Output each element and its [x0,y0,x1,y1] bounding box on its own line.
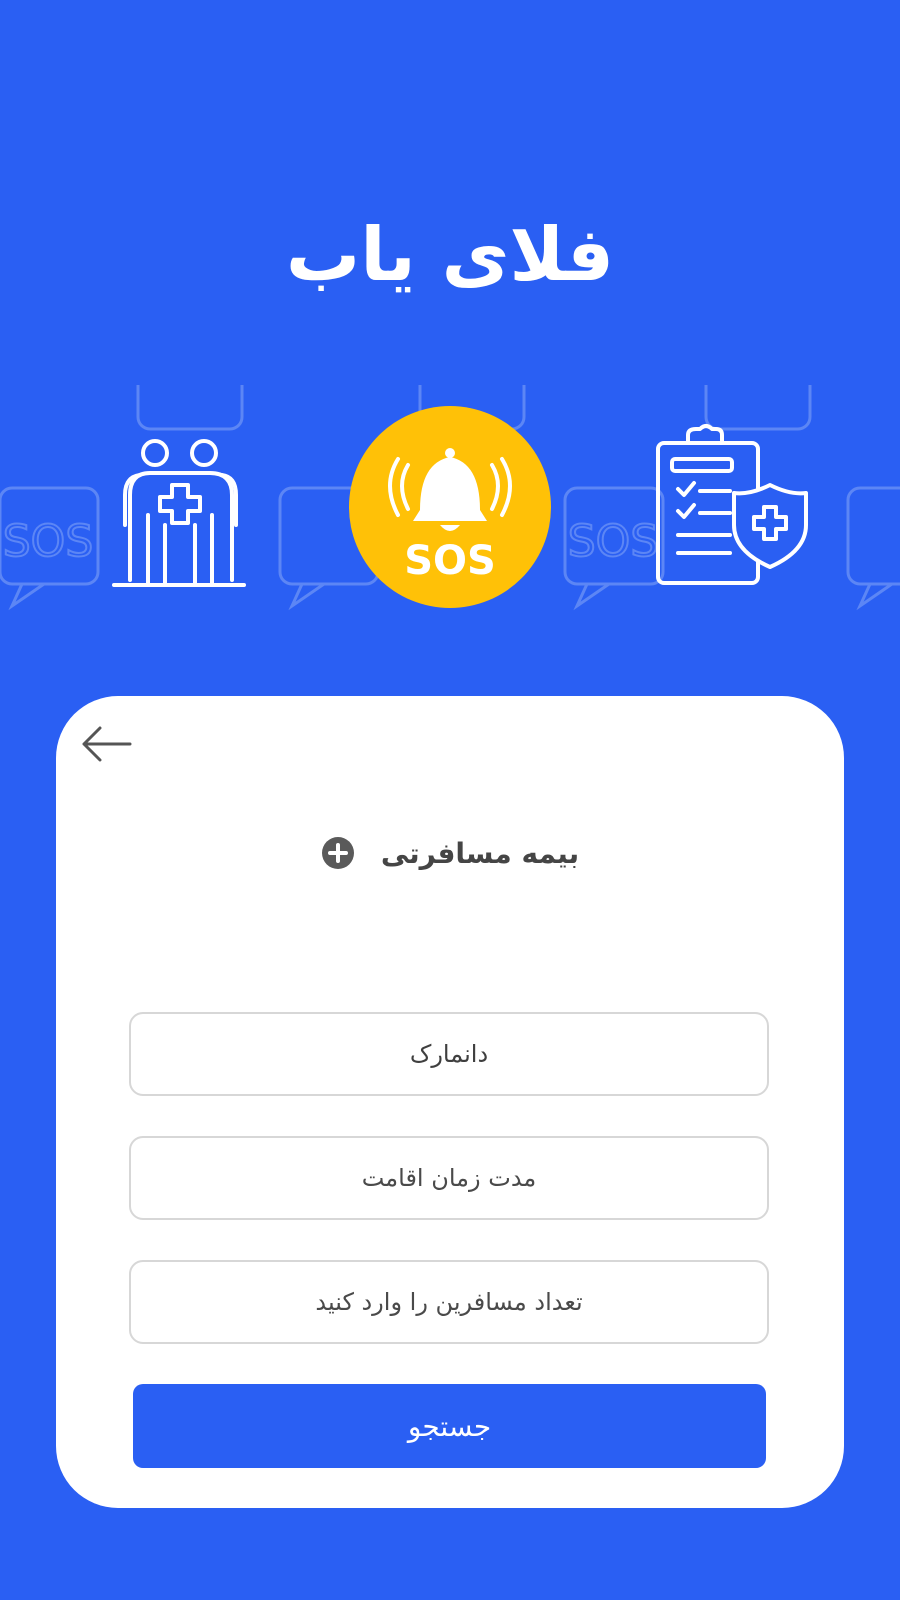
search-button[interactable]: جستجو [133,1384,766,1468]
back-button[interactable] [78,722,134,766]
svg-text:SOS: SOS [3,516,94,567]
sos-bubble-icon: SOS [0,486,100,608]
sos-bubble-icon [704,385,812,431]
app-title: فلای یاب [285,212,615,298]
sos-bubble-icon: SOS [563,486,665,608]
sos-bubble-icon [136,385,244,431]
app-screen: فلای یاب SOS SOS SOS بیمه مسافرتی دانمار… [0,0,900,1600]
section-header: بیمه مسافرتی [56,836,844,870]
duration-field[interactable] [129,1136,769,1220]
destination-field[interactable] [129,1012,769,1096]
medical-staff-icon [112,439,246,587]
insurance-clipboard-icon [656,424,808,585]
travelers-field[interactable] [129,1260,769,1344]
svg-text:SOS: SOS [404,538,496,584]
insurance-search-card: بیمه مسافرتی جستجو [56,696,844,1508]
section-title: بیمه مسافرتی [380,836,580,870]
plus-circle-icon [321,837,354,869]
sos-bubble-icon [846,486,900,608]
sos-bell-icon: SOS [349,406,551,608]
hero-illustration: SOS SOS SOS [0,385,900,615]
arrow-left-icon [82,726,132,762]
svg-text:SOS: SOS [568,516,659,567]
